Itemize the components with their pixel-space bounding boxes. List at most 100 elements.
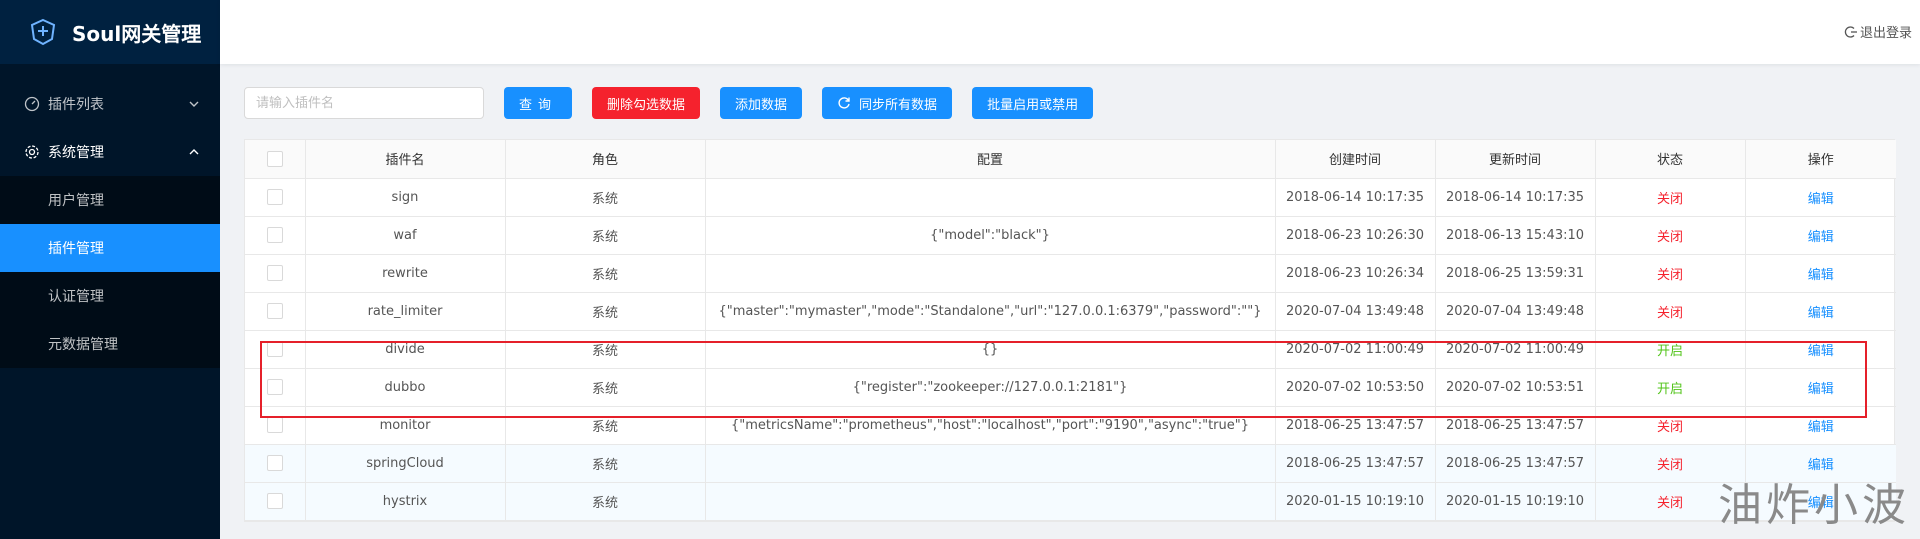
sidebar-item-plugins[interactable]: 插件管理	[0, 224, 220, 272]
table-header-row: 插件名 角色 配置 创建时间 更新时间 状态 操作	[245, 140, 1896, 179]
edit-link[interactable]: 编辑	[1745, 368, 1896, 407]
status-cell: 开启	[1595, 330, 1746, 369]
delete-selected-button[interactable]: 删除勾选数据	[592, 87, 701, 119]
row-checkbox-cell[interactable]	[245, 178, 306, 217]
row-checkbox[interactable]	[266, 455, 283, 471]
row-checkbox[interactable]	[266, 493, 283, 509]
column-header: 状态	[1595, 140, 1746, 179]
submenu-system: 用户管理 插件管理 认证管理 元数据管理	[0, 176, 220, 368]
row-checkbox-cell[interactable]	[245, 216, 306, 255]
role-cell: 系统	[505, 368, 706, 407]
edit-link[interactable]: 编辑	[1745, 292, 1896, 331]
sidebar-item-users[interactable]: 用户管理	[0, 176, 220, 224]
updated-time-cell: 2020-01-15 10:19:10	[1435, 482, 1596, 521]
table-row: sign 系统 2018-06-14 10:17:35 2018-06-14 10:1…	[245, 178, 1896, 217]
config-cell	[705, 178, 1276, 217]
column-header: 配置	[705, 140, 1276, 179]
status-cell: 开启	[1595, 368, 1746, 407]
header: 退出登录	[220, 0, 1920, 64]
row-checkbox-cell[interactable]	[245, 254, 306, 293]
sidebar-item-auth[interactable]: 认证管理	[0, 272, 220, 320]
created-time-cell: 2018-06-23 10:26:30	[1275, 216, 1436, 255]
table-row: hystrix 系统 2020-01-15 10:19:10 2020-01-15 1…	[245, 482, 1896, 521]
row-checkbox-cell[interactable]	[245, 292, 306, 331]
column-header: 更新时间	[1435, 140, 1596, 179]
watermark: 油炸小波	[1718, 480, 1910, 531]
column-header: 操作	[1745, 140, 1896, 179]
table-row: monitor 系统 {"metricsName":"prometheus","ho…	[245, 406, 1896, 445]
table-row: rewrite 系统 2018-06-23 10:26:34 2018-06-25 1…	[245, 254, 1896, 293]
status-cell: 关闭	[1595, 178, 1746, 217]
plugin-name-cell: springCloud	[305, 444, 506, 483]
toolbar: 查询 删除勾选数据 添加数据 同步所有数据 批量启用或禁用	[244, 87, 1895, 119]
app-title: Soul网关管理	[72, 21, 202, 46]
sidebar-item-plugin-list[interactable]: 插件列表	[0, 80, 220, 128]
logout-link[interactable]: 退出登录	[1844, 22, 1912, 41]
table-row: rate_limiter 系统 {"master":"mymaster","mode…	[245, 292, 1896, 331]
row-checkbox[interactable]	[266, 189, 283, 205]
config-cell: {"register":"zookeeper://127.0.0.1:2181"…	[705, 368, 1276, 407]
edit-link[interactable]: 编辑	[1745, 330, 1896, 369]
sync-all-button[interactable]: 同步所有数据	[822, 87, 953, 119]
sidebar-item-system[interactable]: 系统管理	[0, 128, 220, 176]
config-cell	[705, 444, 1276, 483]
created-time-cell: 2018-06-25 13:47:57	[1275, 406, 1436, 445]
row-checkbox-cell[interactable]	[245, 482, 306, 521]
row-checkbox[interactable]	[266, 417, 283, 433]
edit-link[interactable]: 编辑	[1745, 254, 1896, 293]
row-checkbox[interactable]	[266, 303, 283, 319]
plugin-name-cell: monitor	[305, 406, 506, 445]
row-checkbox[interactable]	[266, 227, 283, 243]
refresh-icon	[837, 96, 851, 110]
row-checkbox[interactable]	[266, 379, 283, 395]
row-checkbox[interactable]	[266, 341, 283, 357]
sidebar-item-metadata[interactable]: 元数据管理	[0, 320, 220, 368]
sidebar: Soul网关管理 插件列表 系统管理 用户管理 插件管理 认证管理 元数据管理	[0, 0, 220, 539]
plugin-name-cell: divide	[305, 330, 506, 369]
created-time-cell: 2020-07-02 10:53:50	[1275, 368, 1436, 407]
updated-time-cell: 2020-07-04 13:49:48	[1435, 292, 1596, 331]
row-checkbox-cell[interactable]	[245, 368, 306, 407]
query-button[interactable]: 查询	[504, 87, 573, 119]
config-cell: {"master":"mymaster","mode":"Standalone"…	[705, 292, 1276, 331]
updated-time-cell: 2018-06-14 10:17:35	[1435, 178, 1596, 217]
search-input[interactable]	[244, 87, 484, 119]
row-checkbox-cell[interactable]	[245, 330, 306, 369]
role-cell: 系统	[505, 406, 706, 445]
updated-time-cell: 2020-07-02 11:00:49	[1435, 330, 1596, 369]
created-time-cell: 2020-07-02 11:00:49	[1275, 330, 1436, 369]
chevron-down-icon	[188, 98, 200, 110]
config-cell: {"model":"black"}	[705, 216, 1276, 255]
batch-toggle-button[interactable]: 批量启用或禁用	[972, 87, 1094, 119]
column-header: 角色	[505, 140, 706, 179]
main-content: 查询 删除勾选数据 添加数据 同步所有数据 批量启用或禁用 插件名 角色 配置	[244, 87, 1896, 522]
row-checkbox-cell[interactable]	[245, 444, 306, 483]
column-header: 插件名	[305, 140, 506, 179]
config-cell: {"metricsName":"prometheus","host":"loca…	[705, 406, 1276, 445]
add-data-button[interactable]: 添加数据	[720, 87, 803, 119]
logout-icon	[1844, 25, 1858, 39]
status-cell: 关闭	[1595, 216, 1746, 255]
status-cell: 关闭	[1595, 254, 1746, 293]
role-cell: 系统	[505, 482, 706, 521]
plugin-name-cell: waf	[305, 216, 506, 255]
role-cell: 系统	[505, 178, 706, 217]
gear-icon	[24, 144, 40, 160]
updated-time-cell: 2018-06-25 13:47:57	[1435, 444, 1596, 483]
table-row: dubbo 系统 {"register":"zookeeper://127.0.0.…	[245, 368, 1896, 407]
plugin-name-cell: rewrite	[305, 254, 506, 293]
config-cell	[705, 482, 1276, 521]
header-checkbox-cell[interactable]	[245, 140, 306, 179]
table-row: waf 系统 {"model":"black"} 2018-06-23 10:26:3…	[245, 216, 1896, 255]
updated-time-cell: 2018-06-13 15:43:10	[1435, 216, 1596, 255]
edit-link[interactable]: 编辑	[1745, 178, 1896, 217]
config-cell: {}	[705, 330, 1276, 369]
edit-link[interactable]: 编辑	[1745, 216, 1896, 255]
row-checkbox-cell[interactable]	[245, 406, 306, 445]
select-all-checkbox[interactable]	[266, 150, 283, 167]
table-row: springCloud 系统 2018-06-25 13:47:57 2018-06-…	[245, 444, 1896, 483]
row-checkbox[interactable]	[266, 265, 283, 281]
edit-link[interactable]: 编辑	[1745, 406, 1896, 445]
role-cell: 系统	[505, 444, 706, 483]
status-cell: 关闭	[1595, 292, 1746, 331]
